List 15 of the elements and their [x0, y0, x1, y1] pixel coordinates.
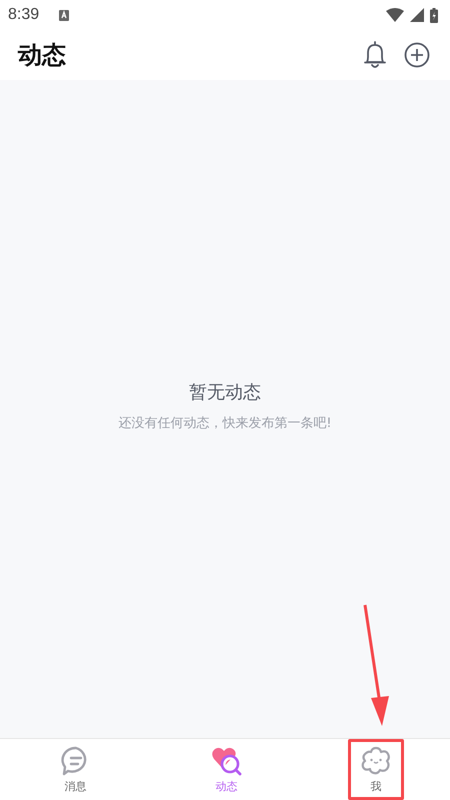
add-icon[interactable] [404, 42, 430, 68]
heart-search-icon [210, 745, 242, 777]
star-face-icon [359, 745, 393, 777]
tab-item[interactable]: 我 [348, 739, 404, 800]
status-time: 8:39 [8, 6, 40, 24]
signal-icon [410, 8, 424, 22]
bell-icon[interactable] [362, 41, 388, 69]
tab-item[interactable]: 动态 [151, 739, 302, 800]
wifi-icon [386, 8, 404, 22]
page-title: 动态 [18, 40, 66, 71]
keyboard-notification-icon [59, 10, 70, 20]
empty-title: 暂无动态 [189, 381, 261, 404]
battery-icon [430, 8, 438, 22]
empty-subtitle: 还没有任何动态，快来发布第一条吧! [118, 415, 332, 432]
tab-item[interactable]: 消息 [0, 739, 151, 800]
